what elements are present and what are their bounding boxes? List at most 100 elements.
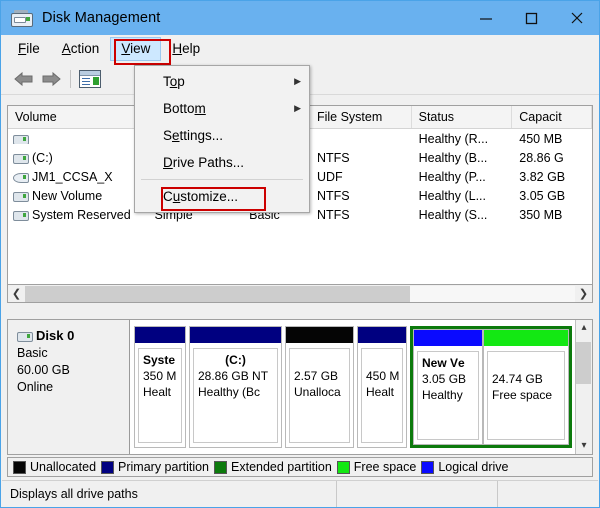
status-cell-3 (498, 481, 598, 507)
partition-new-volume[interactable]: New Vе 3.05 GB Healthy (413, 329, 483, 445)
disk-management-window: Disk Management File Action View Help Vo… (0, 0, 600, 508)
disk-graphic-pane: Disk 0 Basic 60.00 GB Online Syste 350 M… (7, 319, 593, 455)
minimize-button[interactable] (464, 1, 509, 35)
partition-status: Unallocа (294, 385, 341, 399)
menu-bar: File Action View Help (1, 35, 599, 63)
disk-icon (13, 153, 29, 164)
partition-name: Syste (143, 353, 176, 367)
partition-status: Healthy (422, 388, 463, 402)
disk-icon (17, 331, 33, 342)
title-bar: Disk Management (1, 1, 599, 35)
menu-item-settings-label: Settings... (163, 128, 224, 143)
cell-filesystem: NTFS (316, 150, 350, 165)
cell-capacity: 350 MB (519, 207, 563, 222)
disk-type: Basic (17, 346, 48, 360)
partition-color-bar (484, 330, 568, 347)
console-tree-icon[interactable] (76, 67, 104, 91)
disk-info-block[interactable]: Disk 0 Basic 60.00 GB Online (8, 320, 130, 454)
partition-status: Free space (492, 388, 553, 402)
partition-size: 28.86 GB NT (198, 369, 269, 383)
cell-capacity: 3.82 GB (519, 169, 566, 184)
menu-item-top[interactable]: Top ▶ (135, 68, 309, 95)
legend-item-primary-partition: Primary partition (101, 460, 209, 474)
scroll-down-icon[interactable]: ▾ (581, 440, 586, 452)
chevron-right-icon: ▶ (294, 76, 301, 86)
legend-item-free-space: Free space (336, 460, 417, 474)
legend-swatch-primary-partition (101, 460, 115, 474)
status-cell-2 (337, 480, 498, 507)
partition-size: 2.57 GB (294, 369, 339, 383)
chevron-right-icon: ▶ (294, 103, 301, 113)
legend-label-extended-partition: Extended partition (231, 460, 332, 474)
window-controls (464, 1, 599, 35)
menu-help[interactable]: Help (161, 37, 211, 61)
partition-c-drive[interactable]: (C:) 28.86 GB NT Healthy (Bc (189, 326, 282, 448)
partition-strip: Syste 350 M Healt (C:) 28.86 GB NT Healt… (130, 320, 575, 454)
status-bar: Displays all drive paths (2, 480, 598, 507)
menu-view[interactable]: View (110, 37, 162, 61)
menu-action[interactable]: Action (51, 37, 111, 61)
column-header-filesystem[interactable]: File System (310, 106, 412, 128)
cell-capacity: 3.05 GB (519, 188, 566, 203)
maximize-button[interactable] (509, 1, 554, 35)
cell-capacity: 28.86 G (519, 150, 564, 165)
cell-volume: JM1_CCSA_X (32, 169, 113, 184)
back-arrow-icon[interactable] (9, 67, 37, 91)
partition-name: (C:) (225, 353, 246, 367)
cell-status: Healthy (L... (418, 188, 486, 203)
scroll-left-icon[interactable]: ❮ (8, 286, 25, 302)
disk-pane-vscrollbar[interactable]: ▴ ▾ (575, 320, 592, 454)
hscroll-thumb[interactable] (25, 285, 410, 302)
window-title: Disk Management (42, 10, 161, 26)
column-header-capacity[interactable]: Capacit (512, 106, 592, 128)
partition-recovery[interactable]: 450 M Healt (357, 326, 407, 448)
cell-filesystem: UDF (316, 169, 343, 184)
legend-label-unallocated: Unallocated (30, 460, 97, 474)
disk-state: Online (17, 380, 54, 394)
cell-status: Healthy (P... (418, 169, 486, 184)
legend-label-free-space: Free space (353, 460, 417, 474)
cell-status: Healthy (R... (418, 131, 489, 146)
partition-free-space[interactable]: 24.74 GB Free space (483, 329, 569, 445)
scroll-up-icon[interactable]: ▴ (581, 322, 586, 334)
legend-item-logical-drive: Logical drive (421, 460, 509, 474)
partition-size: 3.05 GB (422, 372, 467, 386)
cell-filesystem: NTFS (316, 188, 350, 203)
menu-file[interactable]: File (7, 37, 51, 61)
menu-item-customize[interactable]: Customize... (135, 183, 309, 210)
partition-legend: Unallocated Primary partition Extended p… (7, 457, 593, 477)
hscroll-track[interactable] (25, 285, 575, 302)
volume-list-hscrollbar[interactable]: ❮ ❯ (7, 285, 593, 303)
column-header-status[interactable]: Status (412, 106, 513, 128)
legend-swatch-free-space (336, 460, 350, 474)
menu-item-top-label: Top (163, 74, 185, 89)
legend-swatch-logical-drive (421, 460, 435, 474)
column-header-volume[interactable]: Volume (8, 106, 148, 128)
partition-system-reserved[interactable]: Syste 350 M Healt (134, 326, 186, 448)
menu-item-customize-label: Customize... (163, 189, 239, 204)
partition-status: Healt (143, 385, 172, 399)
status-message: Displays all drive paths (2, 480, 337, 507)
partition-color-bar (286, 327, 353, 344)
close-button[interactable] (554, 1, 599, 35)
cell-status: Healthy (S... (418, 207, 488, 222)
legend-label-logical-drive: Logical drive (438, 460, 509, 474)
view-dropdown-menu: Top ▶ Bottom ▶ Settings... Drive Paths..… (134, 65, 310, 213)
menu-item-bottom-label: Bottom (163, 101, 206, 116)
menu-item-bottom[interactable]: Bottom ▶ (135, 95, 309, 122)
cell-volume: (C:) (32, 150, 53, 165)
disk-name: Disk 0 (36, 328, 75, 343)
forward-arrow-icon[interactable] (37, 67, 65, 91)
menu-item-drive-paths[interactable]: Drive Paths... (135, 149, 309, 176)
partition-size: 24.74 GB (492, 372, 543, 386)
extended-partition-group[interactable]: New Vе 3.05 GB Healthy 24.74 GB Free spa… (410, 326, 572, 448)
partition-unallocated[interactable]: 2.57 GB Unallocа (285, 326, 354, 448)
cell-status: Healthy (B... (418, 150, 488, 165)
scroll-right-icon[interactable]: ❯ (575, 286, 592, 302)
vscroll-thumb[interactable] (576, 342, 591, 384)
menu-item-settings[interactable]: Settings... (135, 122, 309, 149)
partition-color-bar (358, 327, 406, 344)
legend-swatch-extended-partition (214, 460, 228, 474)
partition-name (294, 352, 345, 368)
disk-icon (13, 191, 29, 202)
